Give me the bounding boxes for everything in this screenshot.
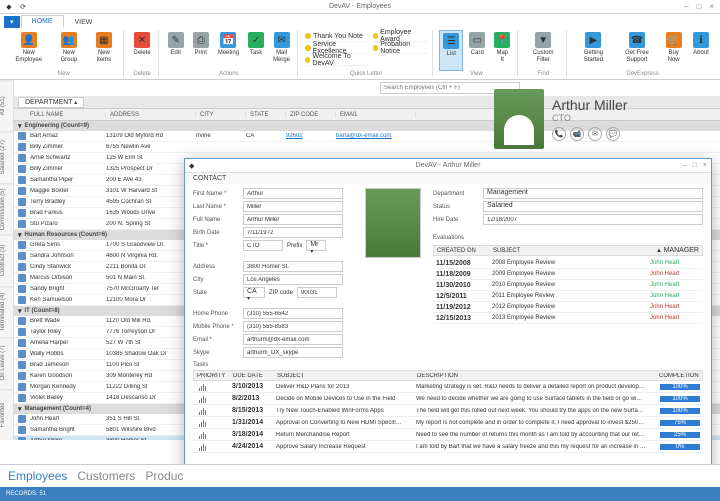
tab-salaried[interactable]: Salaried (27) bbox=[0, 131, 13, 182]
tab-onleave[interactable]: On Leave (7) bbox=[0, 337, 13, 388]
group-new-label: New bbox=[8, 71, 119, 77]
dialog-close-icon[interactable]: × bbox=[703, 162, 707, 169]
buy-now-button[interactable]: 🛒Buy Now bbox=[660, 30, 687, 71]
hire-date-input[interactable] bbox=[483, 214, 703, 225]
task-row[interactable]: 4/24/2014Approve Salary Increase Request… bbox=[193, 441, 703, 453]
quick-letter-list-2[interactable]: Employee Award Probation Notice bbox=[372, 30, 429, 71]
new-group-button[interactable]: 👥New Group bbox=[52, 30, 85, 71]
eval-row[interactable]: 12/15/20132013 Employee ReviewJohn Heart bbox=[433, 313, 703, 324]
video-icon[interactable]: 📹 bbox=[570, 127, 584, 141]
dialog-section: CONTACT bbox=[185, 173, 711, 184]
dept-dropdown[interactable]: DEPARTMENT ▴ bbox=[18, 97, 84, 108]
eval-row[interactable]: 11/30/20102010 Employee ReviewJohn Heart bbox=[433, 280, 703, 291]
last-name-input[interactable] bbox=[243, 201, 343, 212]
map-it-button[interactable]: 📍Map It bbox=[491, 30, 513, 71]
task-grid[interactable]: 3/10/2013Deliver R&D Plans for 2013Marke… bbox=[193, 381, 703, 453]
app-icon: ◆ bbox=[4, 2, 14, 12]
title-input[interactable] bbox=[243, 240, 283, 251]
view-list-button[interactable]: ☰List bbox=[439, 30, 463, 71]
window-title: DevAV - Employees bbox=[329, 3, 391, 10]
tab-home[interactable]: HOME bbox=[21, 15, 64, 28]
file-tab[interactable]: ▾ bbox=[4, 16, 20, 28]
eval-row[interactable]: 11/19/20122012 Employee ReviewJohn Heart bbox=[433, 302, 703, 313]
tab-terminated[interactable]: Terminated (4) bbox=[0, 286, 13, 337]
tab-all[interactable]: All (51) bbox=[0, 80, 13, 131]
qa-icon[interactable]: ⟳ bbox=[18, 2, 28, 12]
new-employee-button[interactable]: 👤New Employee bbox=[8, 30, 49, 71]
contact-card: Arthur Miller CTO 📞 📹 ✉ 💬 bbox=[494, 86, 714, 152]
dialog-maximize-icon[interactable]: □ bbox=[693, 162, 697, 169]
view-card-button[interactable]: ▭Card bbox=[466, 30, 488, 71]
address-input[interactable] bbox=[243, 261, 343, 272]
city-input[interactable] bbox=[243, 274, 343, 285]
eval-grid[interactable]: 11/15/20082008 Employee ReviewJohn Heart… bbox=[433, 258, 703, 324]
phone-icon[interactable]: 📞 bbox=[552, 127, 566, 141]
task-row[interactable]: 8/15/2013Try New Touch-Enabled WinForms … bbox=[193, 405, 703, 417]
contact-photo bbox=[494, 89, 544, 149]
delete-button[interactable]: ✕Delete bbox=[130, 30, 153, 71]
task-button[interactable]: ✓Task bbox=[245, 30, 267, 71]
skype-input[interactable] bbox=[243, 347, 343, 358]
status-bar: RECORDS: 51 bbox=[0, 487, 720, 501]
dialog-app-icon: ◆ bbox=[185, 162, 194, 170]
eval-row[interactable]: 11/15/20082008 Employee ReviewJohn Heart bbox=[433, 258, 703, 269]
edit-button[interactable]: ✎Edit bbox=[165, 30, 187, 71]
task-row[interactable]: 3/18/2014Return Merchandise ReportNeed t… bbox=[193, 429, 703, 441]
task-row[interactable]: 8/2/2013Decide on Mobile Devices to Use … bbox=[193, 393, 703, 405]
nav-products[interactable]: Produc bbox=[145, 469, 183, 483]
zip-input[interactable] bbox=[297, 287, 337, 298]
new-items-button[interactable]: ▦New Items bbox=[88, 30, 119, 71]
email-icon[interactable]: ✉ bbox=[588, 127, 602, 141]
tab-favorites[interactable]: Favorites bbox=[0, 389, 13, 440]
support-button[interactable]: ☎Get Free Support bbox=[617, 30, 658, 71]
eval-row[interactable]: 11/18/20092009 Employee ReviewJohn Heart bbox=[433, 269, 703, 280]
main-titlebar: ◆ ⟳ DevAV - Employees – □ × bbox=[0, 0, 720, 14]
email-input[interactable] bbox=[243, 334, 343, 345]
ribbon-tabs: ▾ HOME VIEW bbox=[0, 14, 720, 28]
maximize-icon[interactable]: □ bbox=[696, 2, 701, 11]
status-select[interactable]: Salaried bbox=[483, 201, 703, 212]
state-select[interactable]: CA ▾ bbox=[243, 287, 265, 298]
close-icon[interactable]: × bbox=[709, 2, 714, 11]
home-phone-input[interactable] bbox=[243, 308, 343, 319]
task-header: PRIORITY DUE DATE SUBJECT DESCRIPTION CO… bbox=[193, 370, 703, 381]
contact-name: Arthur Miller bbox=[552, 97, 627, 113]
mobile-phone-input[interactable] bbox=[243, 321, 343, 332]
prefix-select[interactable]: Mr ▾ bbox=[306, 240, 326, 251]
first-name-input[interactable] bbox=[243, 188, 343, 199]
print-button[interactable]: ⎙Print bbox=[190, 30, 212, 71]
meeting-button[interactable]: 📅Meeting bbox=[215, 30, 242, 71]
mail-merge-button[interactable]: ✉Mail Merge bbox=[270, 30, 293, 71]
tab-contract[interactable]: Contract (3) bbox=[0, 234, 13, 285]
task-row[interactable]: 3/10/2013Deliver R&D Plans for 2013Marke… bbox=[193, 381, 703, 393]
contact-dialog: ◆ DevAV - Arthur Miller – □ × CONTACT Fi… bbox=[184, 158, 712, 480]
birth-date-input[interactable] bbox=[243, 227, 343, 238]
tab-view[interactable]: VIEW bbox=[65, 17, 103, 28]
contact-title: CTO bbox=[552, 113, 627, 123]
eval-row[interactable]: 12/5/20112011 Employee ReviewJohn Heart bbox=[433, 291, 703, 302]
ribbon: 👤New Employee 👥New Group ▦New Items New … bbox=[0, 28, 720, 80]
dialog-minimize-icon[interactable]: – bbox=[683, 162, 687, 169]
full-name-input[interactable] bbox=[243, 214, 343, 225]
dialog-title: DevAV - Arthur Miller bbox=[416, 162, 481, 169]
custom-filter-button[interactable]: ▼Custom Filter bbox=[524, 30, 562, 71]
side-tabs: All (51) Salaried (27) Commission (5) Co… bbox=[0, 80, 14, 440]
dept-select[interactable]: Management bbox=[483, 188, 703, 199]
eval-header: CREATED ON SUBJECT ▲ MANAGER bbox=[433, 245, 703, 256]
chat-icon[interactable]: 💬 bbox=[606, 127, 620, 141]
quick-letter-list[interactable]: Thank You Note Service Excellence Welcom… bbox=[304, 30, 369, 71]
nav-customers[interactable]: Customers bbox=[77, 469, 135, 483]
dialog-photo bbox=[365, 188, 421, 258]
task-row[interactable]: 1/31/2014Approval on Converting to New H… bbox=[193, 417, 703, 429]
getting-started-button[interactable]: ▶Getting Started bbox=[573, 30, 614, 71]
footer: Employees Customers Produc RECORDS: 51 bbox=[0, 464, 720, 500]
tab-commission[interactable]: Commission (5) bbox=[0, 183, 13, 234]
nav-employees[interactable]: Employees bbox=[8, 469, 67, 483]
minimize-icon[interactable]: – bbox=[684, 2, 688, 11]
about-button[interactable]: ℹAbout bbox=[690, 30, 712, 71]
